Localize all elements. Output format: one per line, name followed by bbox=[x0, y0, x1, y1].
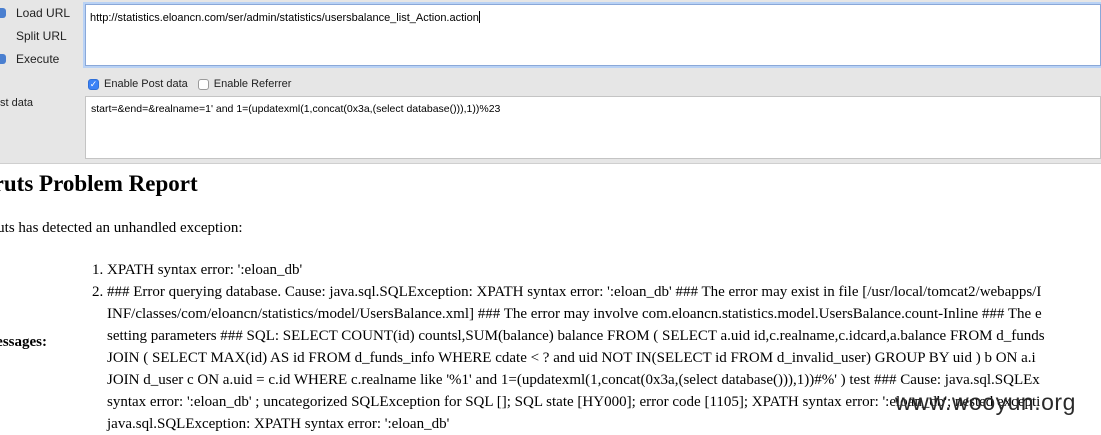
messages-label: lessages: bbox=[0, 334, 47, 350]
message-number: 2. bbox=[92, 284, 104, 300]
enable-post-label[interactable]: Enable Post data bbox=[104, 78, 188, 90]
watermark: www.wooyun.org bbox=[895, 389, 1076, 415]
execute-label: Execute bbox=[16, 52, 60, 66]
load-url-label: Load URL bbox=[16, 6, 71, 20]
split-url-button[interactable]: Split URL bbox=[0, 29, 78, 43]
load-url-button[interactable]: Load URL bbox=[0, 6, 78, 20]
message-line: XPATH syntax error: ':eloan_db' bbox=[107, 262, 303, 278]
text-caret bbox=[478, 11, 480, 23]
enable-post-checkbox[interactable]: ✓ bbox=[88, 78, 99, 90]
url-input[interactable]: http://statistics.eloancn.com/ser/admin/… bbox=[85, 4, 1101, 66]
message-line: setting parameters ### SQL: SELECT COUNT… bbox=[107, 328, 1045, 344]
post-data-label: st data bbox=[0, 97, 34, 109]
message-line: ### Error querying database. Cause: java… bbox=[107, 284, 1042, 300]
url-value: http://statistics.eloancn.com/ser/admin/… bbox=[90, 12, 479, 24]
message-line: java.sql.SQLException: XPATH syntax erro… bbox=[107, 416, 450, 432]
execute-button[interactable]: Execute bbox=[0, 52, 78, 66]
arrow-icon bbox=[0, 8, 6, 18]
play-icon bbox=[0, 54, 6, 64]
report-title: truts Problem Report bbox=[0, 171, 198, 196]
message-line: JOIN ( SELECT MAX(id) AS id FROM d_funds… bbox=[107, 350, 1036, 366]
enable-referrer-label[interactable]: Enable Referrer bbox=[214, 78, 292, 90]
message-number: 1. bbox=[92, 262, 104, 278]
message-line: INF/classes/com/eloancn/statistics/model… bbox=[107, 306, 1042, 322]
message-item: 1. XPATH syntax error: ':eloan_db' bbox=[92, 259, 1101, 281]
message-line: JOIN d_user c ON a.uid = c.id WHERE c.re… bbox=[107, 372, 1040, 388]
options-row: ✓ Enable Post data Enable Referrer bbox=[88, 76, 291, 92]
exception-description: truts has detected an unhandled exceptio… bbox=[0, 220, 243, 236]
hackbar-toolbar: Load URL Split URL Execute http://statis… bbox=[0, 0, 1101, 164]
post-data-input[interactable]: start=&end=&realname=1' and 1=(updatexml… bbox=[85, 96, 1101, 159]
post-data-value: start=&end=&realname=1' and 1=(updatexml… bbox=[91, 103, 501, 115]
split-url-label: Split URL bbox=[16, 29, 67, 43]
enable-referrer-checkbox[interactable] bbox=[197, 78, 209, 90]
